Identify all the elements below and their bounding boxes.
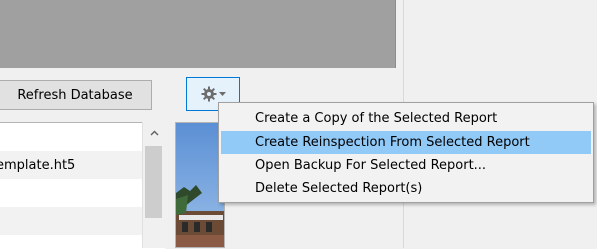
scroll-up-button[interactable] — [143, 122, 165, 144]
menu-item-label: Open Backup For Selected Report... — [255, 158, 487, 173]
report-list[interactable]: emplate.ht5 — [0, 122, 165, 249]
menu-item-label: Delete Selected Report(s) — [255, 181, 423, 196]
preview-panel — [0, 0, 396, 68]
menu-item-create-copy[interactable]: Create a Copy of the Selected Report — [221, 107, 591, 130]
list-item[interactable] — [0, 123, 143, 151]
refresh-database-button[interactable]: Refresh Database — [0, 80, 152, 110]
menu-item-delete-report[interactable]: Delete Selected Report(s) — [221, 177, 591, 200]
menu-item-label: Create Reinspection From Selected Report — [255, 135, 530, 150]
list-item[interactable] — [0, 207, 143, 235]
menu-item-label: Create a Copy of the Selected Report — [255, 111, 498, 126]
menu-item-create-reinspection[interactable]: Create Reinspection From Selected Report — [221, 131, 591, 154]
menu-item-open-backup[interactable]: Open Backup For Selected Report... — [221, 154, 591, 177]
refresh-database-label: Refresh Database — [17, 87, 133, 103]
gear-icon — [201, 86, 216, 102]
list-item[interactable]: emplate.ht5 — [0, 151, 143, 179]
chevron-up-icon — [150, 130, 158, 136]
list-item[interactable] — [0, 179, 143, 207]
list-item-label: emplate.ht5 — [0, 157, 76, 173]
list-scrollbar[interactable] — [142, 122, 165, 248]
scroll-thumb[interactable] — [145, 146, 162, 218]
context-menu: Create a Copy of the Selected Report Cre… — [218, 102, 594, 203]
caret-down-icon — [218, 92, 226, 96]
